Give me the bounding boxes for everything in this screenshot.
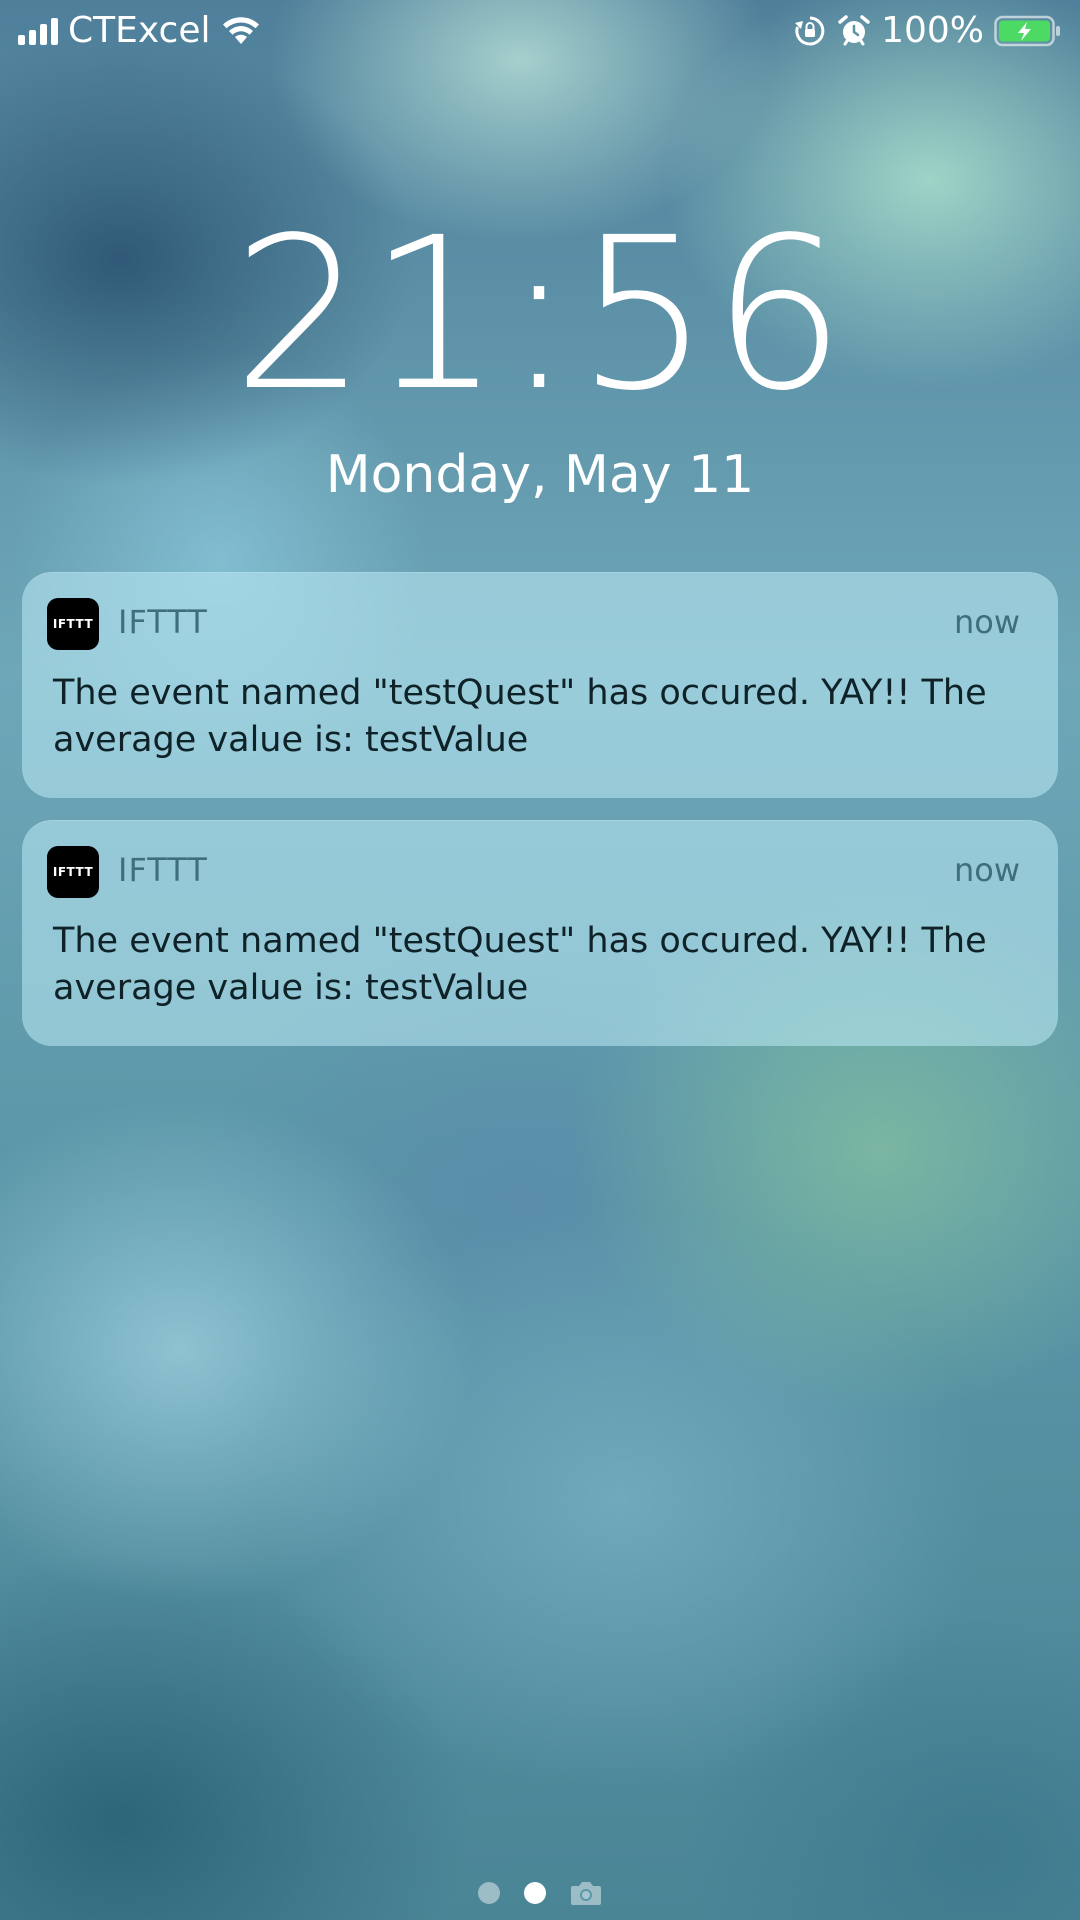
page-indicator[interactable] [0,1876,1080,1910]
battery-charging-icon [994,15,1060,47]
notification-body: The event named "testQuest" has occured.… [53,673,987,760]
carrier-name: CTExcel [68,10,211,51]
battery-percent: 100% [881,10,984,51]
app-icon-label: IFTTT [52,865,94,879]
notification-body: The event named "testQuest" has occured.… [53,921,987,1008]
page-dot[interactable] [478,1882,500,1904]
notification-app-name: IFTTT [118,851,208,889]
lock-screen-time: 21:56 [232,192,848,437]
lock-screen-date: Monday, May 11 [325,445,755,505]
notification-card[interactable]: IFTTT IFTTT now The event named "testQue… [22,572,1058,798]
status-bar: CTExcel 100% [0,0,1080,62]
status-bar-right: 100% [793,10,1062,52]
rotation-lock-icon [795,16,825,46]
notification-time: now [953,603,1020,641]
app-icon-label: IFTTT [52,617,94,631]
ifttt-app-icon: IFTTT [47,598,99,650]
notification-app-name: IFTTT [118,603,208,641]
signal-icon [18,17,58,45]
alarm-icon [838,15,870,46]
ifttt-app-icon: IFTTT [47,846,99,898]
camera-icon[interactable] [570,1880,602,1906]
status-bar-left: CTExcel [18,10,261,52]
wifi-icon [222,17,259,44]
page-dot-active[interactable] [524,1882,546,1904]
notification-time: now [953,851,1020,889]
notification-card[interactable]: IFTTT IFTTT now The event named "testQue… [22,820,1058,1046]
